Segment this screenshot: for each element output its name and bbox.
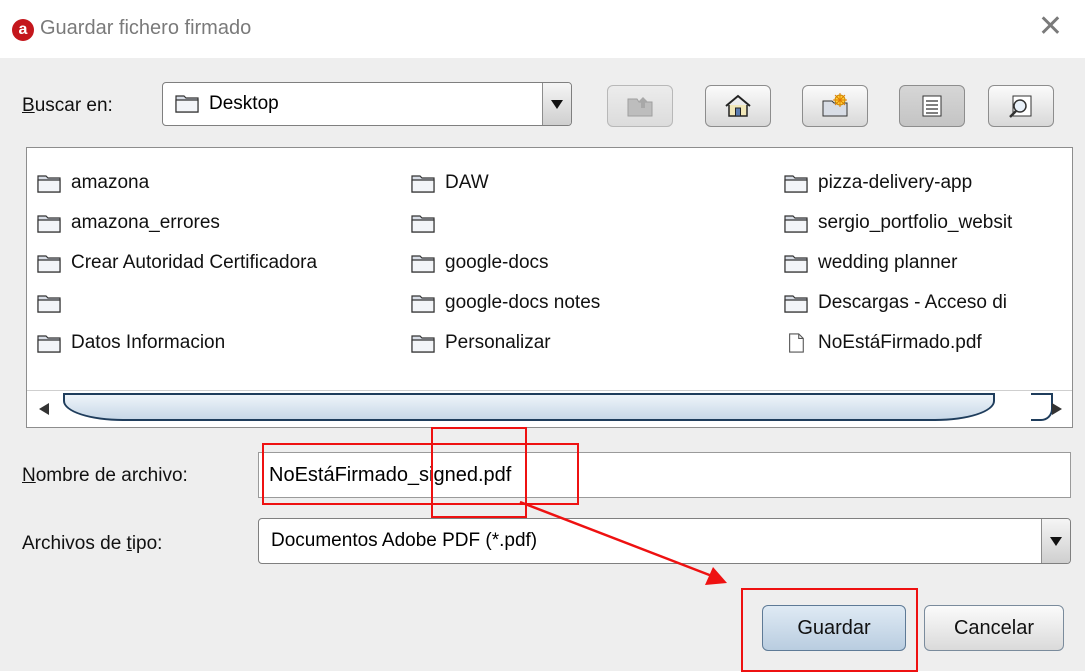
file-type-label: Archivos de tipo: xyxy=(22,533,163,554)
cancel-button[interactable]: Cancelar xyxy=(924,605,1064,651)
list-item-label: Descargas - Acceso di xyxy=(818,292,1008,313)
save-button[interactable]: Guardar xyxy=(762,605,906,651)
chevron-down-icon[interactable] xyxy=(1041,519,1070,563)
list-item[interactable]: Descargas - Acceso di xyxy=(784,288,1071,318)
folder-icon xyxy=(784,215,808,233)
folder-icon xyxy=(37,295,61,313)
scrollbar-thumb[interactable] xyxy=(63,393,995,421)
list-item-label: NoEstáFirmado.pdf xyxy=(818,332,982,353)
folder-icon xyxy=(37,215,61,233)
list-item[interactable] xyxy=(37,288,397,318)
home-icon xyxy=(725,94,751,117)
list-item[interactable]: NoEstáFirmado.pdf xyxy=(784,328,1071,358)
list-view-button[interactable] xyxy=(899,85,965,127)
close-icon[interactable]: ✕ xyxy=(1038,12,1063,42)
list-item-label: Crear Autoridad Certificadora xyxy=(71,252,318,273)
folder-icon xyxy=(37,255,61,273)
scroll-right-icon[interactable] xyxy=(1052,403,1062,415)
folder-icon xyxy=(411,255,435,273)
file-name-label: Nombre de archivo: xyxy=(22,465,188,486)
list-item[interactable]: amazona_errores xyxy=(37,208,397,238)
list-item-label: amazona xyxy=(71,172,150,193)
title-bar: a Guardar fichero firmado ✕ xyxy=(0,0,1085,58)
list-item[interactable]: Personalizar xyxy=(411,328,771,358)
list-item-label: Datos Informacion xyxy=(71,332,226,353)
list-item[interactable]: Datos Informacion xyxy=(37,328,397,358)
list-item[interactable]: sergio_portfolio_websit xyxy=(784,208,1071,238)
window-title: Guardar fichero firmado xyxy=(40,17,252,39)
list-item-label: google-docs notes xyxy=(445,292,601,313)
chevron-down-icon[interactable] xyxy=(542,83,571,125)
folder-icon xyxy=(784,175,808,193)
list-item[interactable]: Crear Autoridad Certificadora xyxy=(37,248,399,278)
file-name-input[interactable] xyxy=(259,453,1070,497)
look-in-label: Buscar en: xyxy=(22,95,113,116)
file-list[interactable]: amazona amazona_errores Crear Autoridad … xyxy=(26,147,1073,428)
file-type-select[interactable]: Documentos Adobe PDF (*.pdf) xyxy=(258,518,1071,564)
list-item[interactable]: wedding planner xyxy=(784,248,1071,278)
list-item-label: pizza-delivery-app xyxy=(818,172,973,193)
list-item[interactable]: google-docs notes xyxy=(411,288,771,318)
folder-icon xyxy=(411,335,435,353)
list-view-icon xyxy=(922,95,942,117)
list-item[interactable]: google-docs xyxy=(411,248,771,278)
home-button[interactable] xyxy=(705,85,771,127)
list-item-label: amazona_errores xyxy=(71,212,220,233)
list-item-label: wedding planner xyxy=(818,252,958,273)
folder-icon xyxy=(411,175,435,193)
list-item-label: sergio_portfolio_websit xyxy=(818,212,1013,233)
horizontal-scrollbar[interactable] xyxy=(27,390,1072,427)
folder-icon xyxy=(37,175,61,193)
app-logo-icon: a xyxy=(12,19,34,41)
list-item[interactable] xyxy=(411,208,771,238)
look-in-value: Desktop xyxy=(209,93,279,114)
folder-icon xyxy=(37,335,61,353)
file-name-field[interactable] xyxy=(258,452,1071,498)
list-item-label: google-docs xyxy=(445,252,549,273)
file-icon xyxy=(789,333,804,353)
folder-icon xyxy=(175,95,199,113)
list-item[interactable]: pizza-delivery-app xyxy=(784,168,1071,198)
look-in-combo[interactable]: Desktop xyxy=(162,82,572,126)
folder-icon xyxy=(411,295,435,313)
scrollbar-track-end xyxy=(1031,393,1053,421)
details-view-icon xyxy=(1009,95,1032,118)
list-item-label: Personalizar xyxy=(445,332,551,353)
list-item[interactable]: amazona xyxy=(37,168,397,198)
folder-icon xyxy=(411,215,435,233)
file-type-value: Documentos Adobe PDF (*.pdf) xyxy=(271,530,538,551)
list-item-label: DAW xyxy=(445,172,489,193)
details-view-button[interactable] xyxy=(988,85,1054,127)
folder-icon xyxy=(784,295,808,313)
new-folder-button[interactable] xyxy=(802,85,868,127)
folder-icon xyxy=(784,255,808,273)
up-folder-icon xyxy=(627,97,653,117)
list-item[interactable]: DAW xyxy=(411,168,771,198)
up-folder-button[interactable] xyxy=(607,85,673,127)
new-folder-icon xyxy=(822,93,848,117)
scroll-left-icon[interactable] xyxy=(39,403,49,415)
